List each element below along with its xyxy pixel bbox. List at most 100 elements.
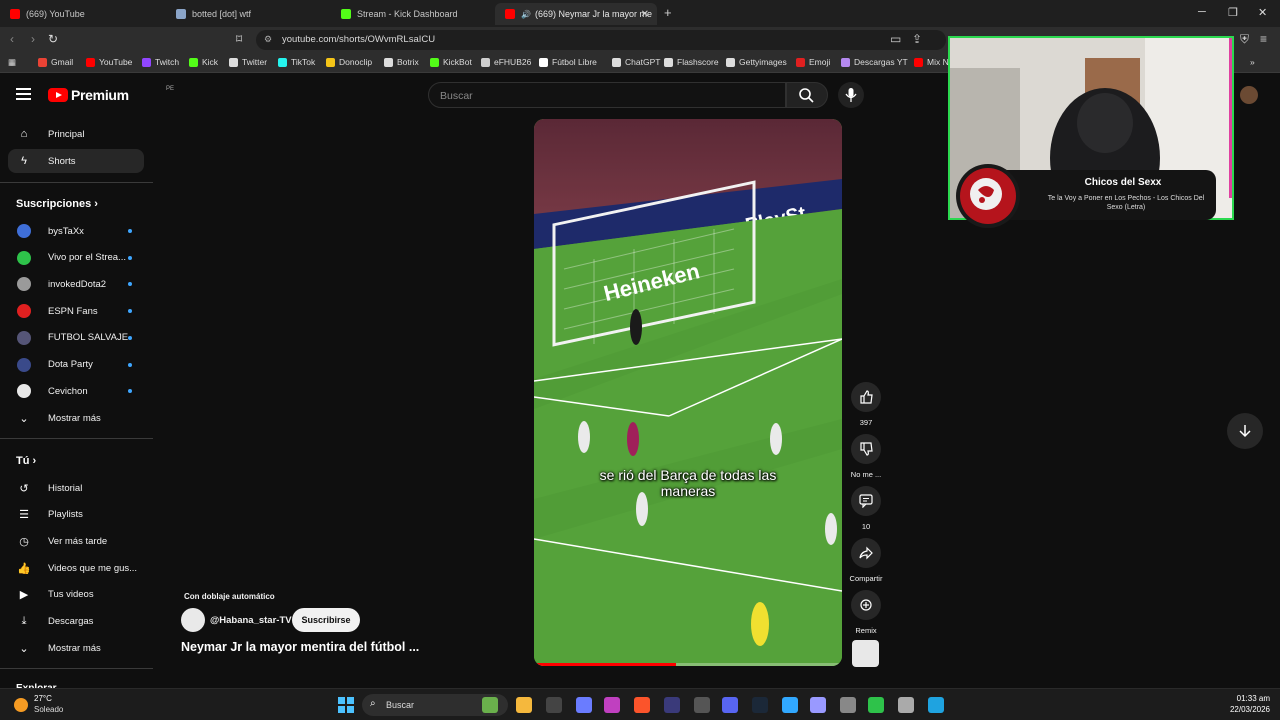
- bookmark-icon[interactable]: ⌑: [236, 32, 242, 46]
- bookmark-item[interactable]: Gettyimages: [726, 57, 787, 67]
- bookmark-item[interactable]: TikTok: [278, 57, 315, 67]
- shorts-video-player[interactable]: PlaySt Heineken se rió del Barça: [534, 119, 842, 666]
- apps-icon[interactable]: ▦: [8, 57, 16, 68]
- sidebar-item-home[interactable]: ⌂ Principal: [8, 122, 144, 146]
- bookmark-favicon-icon: [841, 57, 850, 67]
- bookmark-item[interactable]: Kick: [189, 57, 218, 67]
- subscriptions-header[interactable]: Suscripciones ›: [16, 198, 98, 210]
- sidebar-show-more-2[interactable]: ⌄ Mostrar más: [8, 636, 144, 660]
- cast-icon[interactable]: ▭: [890, 32, 901, 46]
- sidebar-item-playlists[interactable]: ☰ Playlists: [8, 503, 144, 527]
- hamburger-menu-icon[interactable]: [16, 88, 31, 101]
- steam-icon[interactable]: [752, 697, 768, 713]
- sidebar-show-more[interactable]: ⌄ Mostrar más: [8, 406, 144, 430]
- you-header[interactable]: Tú ›: [16, 455, 36, 467]
- notes-icon[interactable]: [868, 697, 884, 713]
- next-video-button[interactable]: [1227, 413, 1263, 449]
- sidebar-subscription[interactable]: bysTaXx: [8, 219, 144, 243]
- bookmark-item[interactable]: Fútbol Libre: [539, 57, 597, 67]
- like-button[interactable]: 397: [846, 382, 886, 427]
- minimize-icon[interactable]: ─: [1198, 6, 1206, 18]
- browser-tab[interactable]: (669) YouTube: [0, 3, 165, 25]
- windows-start-icon[interactable]: [338, 697, 354, 713]
- reload-icon[interactable]: ↻: [48, 32, 58, 46]
- youtube-premium-logo[interactable]: Premium PE: [48, 86, 174, 103]
- bookmark-item[interactable]: ChatGPT: [612, 57, 660, 67]
- calculator-icon[interactable]: [694, 697, 710, 713]
- bookmark-item[interactable]: YouTube: [86, 57, 132, 67]
- sidebar-item-downloads[interactable]: ⤓ Descargas: [8, 610, 144, 634]
- sidebar-subscription[interactable]: invokedDota2: [8, 272, 144, 296]
- shield-icon[interactable]: ⛨: [1240, 32, 1249, 47]
- brave-icon[interactable]: [634, 697, 650, 713]
- channel-avatar[interactable]: [181, 608, 205, 632]
- close-tab-icon[interactable]: ✕: [641, 9, 649, 20]
- settings-icon[interactable]: [840, 697, 856, 713]
- voice-search-button[interactable]: [838, 82, 864, 108]
- photoshop-icon[interactable]: [782, 697, 798, 713]
- browser-tab[interactable]: botted [dot] wtf: [166, 3, 331, 25]
- video-progress-bar[interactable]: [534, 663, 842, 666]
- video-title[interactable]: Neymar Jr la mayor mentira del fútbol ..…: [181, 640, 419, 654]
- bookmark-item[interactable]: Descargas YT: [841, 57, 908, 67]
- bookmark-item[interactable]: Gmail: [38, 57, 73, 67]
- media-player-icon[interactable]: [898, 697, 914, 713]
- bookmark-item[interactable]: Emoji: [796, 57, 830, 67]
- more-bookmarks-icon[interactable]: »: [1250, 57, 1255, 67]
- address-bar[interactable]: ⚙ youtube.com/shorts/OWvmRLsaICU: [256, 30, 946, 50]
- bookmark-item[interactable]: Botrix: [384, 57, 419, 67]
- app-icon[interactable]: [576, 697, 592, 713]
- sidebar-item-liked[interactable]: 👍 Videos que me gus...: [8, 556, 144, 580]
- site-info-icon[interactable]: ⚙: [264, 34, 272, 45]
- browser-tab[interactable]: Stream - Kick Dashboard: [331, 3, 494, 25]
- bookmark-item[interactable]: Mix N: [914, 57, 949, 67]
- media-icon[interactable]: [664, 697, 680, 713]
- sidebar-subscription[interactable]: Dota Party: [8, 353, 144, 377]
- subscribe-button[interactable]: Suscribirse: [292, 608, 360, 632]
- search-input[interactable]: Buscar: [428, 82, 786, 108]
- system-clock[interactable]: 01:33 am 22/03/2026: [1226, 693, 1270, 715]
- premiere-icon[interactable]: [810, 697, 826, 713]
- account-avatar[interactable]: [1240, 86, 1258, 104]
- bookmark-item[interactable]: KickBot: [430, 57, 472, 67]
- discord-icon[interactable]: [722, 697, 738, 713]
- bookmark-item[interactable]: Flashscore: [664, 57, 719, 67]
- close-window-icon[interactable]: ✕: [1258, 6, 1267, 19]
- bookmark-item[interactable]: Twitch: [142, 57, 179, 67]
- sidebar-item-history[interactable]: ↺ Historial: [8, 476, 144, 500]
- sound-thumbnail[interactable]: [852, 640, 879, 667]
- maximize-icon[interactable]: ❐: [1228, 6, 1238, 19]
- comments-button[interactable]: 10: [846, 486, 886, 531]
- sidebar-subscription[interactable]: FUTBOL SALVAJE: [8, 326, 144, 350]
- file-explorer-icon[interactable]: [516, 697, 532, 713]
- bookmark-item[interactable]: Donoclip: [326, 57, 372, 67]
- back-icon[interactable]: ‹: [10, 32, 14, 46]
- gallery-icon[interactable]: [482, 697, 498, 713]
- edge-icon[interactable]: [928, 697, 944, 713]
- share-icon[interactable]: ⇪: [912, 32, 922, 46]
- subscriptions-header-label: Suscripciones: [16, 198, 92, 210]
- sidebar-item-shorts[interactable]: ϟ Shorts: [8, 149, 144, 173]
- sidebar-subscription[interactable]: ESPN Fans: [8, 299, 144, 323]
- sidebar-subscription[interactable]: Cevichon: [8, 379, 144, 403]
- remix-button[interactable]: Remix: [846, 590, 886, 635]
- sidebar-item-watch-later[interactable]: ◷ Ver más tarde: [8, 529, 144, 553]
- forward-icon[interactable]: ›: [31, 32, 35, 46]
- dislike-button[interactable]: No me ...: [846, 434, 886, 479]
- new-tab-button[interactable]: +: [664, 5, 672, 20]
- bookmark-item[interactable]: Twitter: [229, 57, 267, 67]
- bookmark-label: Descargas YT: [854, 57, 908, 67]
- sidebar-item-label: Videos que me gus...: [48, 562, 138, 574]
- sidebar-item-your-videos[interactable]: ▶ Tus videos: [8, 583, 144, 607]
- sidebar-item-label: Shorts: [48, 155, 76, 167]
- channel-name[interactable]: @Habana_star-TV: [210, 615, 292, 626]
- sidebar-subscription[interactable]: Vivo por el Strea...: [8, 246, 144, 270]
- divider: [0, 182, 153, 183]
- search-button[interactable]: [786, 82, 828, 108]
- browser-tab-active[interactable]: 🔊 (669) Neymar Jr la mayor me ✕: [495, 3, 657, 25]
- menu-icon[interactable]: ≡: [1260, 32, 1267, 46]
- bookmark-item[interactable]: eFHUB26: [481, 57, 531, 67]
- share-button[interactable]: Compartir: [846, 538, 886, 583]
- obs-icon[interactable]: [546, 697, 562, 713]
- app-icon[interactable]: [604, 697, 620, 713]
